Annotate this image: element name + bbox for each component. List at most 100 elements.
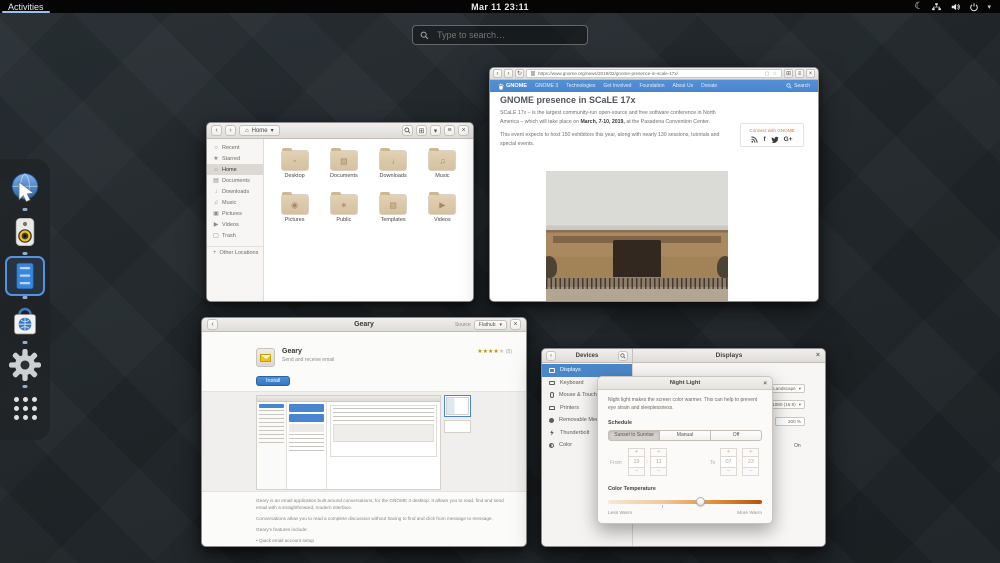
settings-window[interactable]: ‹ Devices Displays × Displays Keyboard M… [541,348,826,547]
nav-get-involved[interactable]: Get Involved [603,83,631,89]
sidebar-item-documents[interactable]: ▤Documents [207,175,263,186]
view-options-button[interactable]: ▾ [430,125,441,136]
back-button[interactable]: ‹ [493,69,502,78]
increment-button[interactable]: + [650,448,667,457]
folder-documents[interactable]: ▤Documents [319,147,368,191]
forward-button[interactable]: › [225,125,236,136]
sidebar-item-trash[interactable]: ▢Trash [207,230,263,241]
nav-gnome3[interactable]: GNOME 3 [535,83,558,89]
back-button[interactable]: ‹ [207,319,218,330]
folder-icon: ↓ [380,151,406,170]
decrement-button[interactable]: − [720,467,737,476]
install-button[interactable]: Install [256,376,290,386]
running-indicator [23,252,28,255]
menu-button[interactable]: ≡ [444,125,455,136]
source-dropdown[interactable]: Flathub ▾ [474,320,507,330]
running-indicator [23,385,28,388]
folder-videos[interactable]: ▶Videos [418,191,467,235]
folder-public[interactable]: ∗Public [319,191,368,235]
sidebar-item-music[interactable]: ♫Music [207,197,263,208]
dash-item-app-grid[interactable] [5,389,45,429]
screenshot-thumbnail-selected[interactable] [444,395,471,417]
increment-button[interactable]: + [628,448,645,457]
back-button[interactable]: ‹ [211,125,222,136]
reload-button[interactable]: ↻ [515,69,524,78]
option-off[interactable]: Off [710,430,762,441]
dash-item-rhythmbox[interactable] [5,212,45,252]
nav-donate[interactable]: Donate [701,83,717,89]
web-browser-window[interactable]: ‹ › ↻ https://www.gnome.org/news/2019/02… [489,67,819,302]
software-window[interactable]: ‹ Geary Source Flathub ▾ × Geary Send an… [201,317,527,547]
facebook-icon[interactable]: f [763,136,765,143]
slider-handle[interactable] [696,497,705,506]
gnome-logo[interactable]: GNOME [498,83,527,90]
sidebar-label: Color [559,442,572,448]
twitter-icon[interactable] [771,136,779,143]
sidebar-item-recent[interactable]: ○Recent [207,142,263,153]
dash-item-web[interactable] [5,168,45,208]
search-input[interactable] [435,29,580,41]
activities-button[interactable]: Activities [0,0,52,13]
view-toggle-button[interactable]: ⊞ [416,125,427,136]
folder-downloads[interactable]: ↓ Downloads [369,147,418,191]
sidebar-item-home[interactable]: ⌂Home [207,164,263,175]
screenshot-thumbnail[interactable] [444,420,471,433]
nav-foundation[interactable]: Foundation [639,83,664,89]
app-screenshot[interactable] [256,395,441,490]
sidebar-item-starred[interactable]: ★Starred [207,153,263,164]
scale-value-box[interactable]: 200 % [775,417,805,426]
rss-icon[interactable] [751,136,758,143]
sidebar-item-videos[interactable]: ▶Videos [207,219,263,230]
to-minutes-value: 23 [742,457,759,467]
sidebar-label: Keyboard [560,380,584,386]
sidebar-item-displays[interactable]: Displays [542,364,632,377]
nav-technologies[interactable]: Technologies [566,83,595,89]
sidebar-item-pictures[interactable]: ▣Pictures [207,208,263,219]
dash-item-software[interactable] [5,301,45,341]
dash-item-files[interactable] [5,256,45,296]
folder-pictures[interactable]: ◉Pictures [270,191,319,235]
back-button[interactable]: ‹ [546,351,556,361]
folder-desktop[interactable]: ▫Desktop [270,147,319,191]
folder-templates[interactable]: ▤Templates [369,191,418,235]
system-status-area[interactable]: ☾ ▾ [915,0,1000,13]
increment-button[interactable]: + [742,448,759,457]
path-bar[interactable]: ⌂ Home ▾ [239,125,280,136]
sidebar-item-downloads[interactable]: ↓Downloads [207,186,263,197]
search-button[interactable] [402,125,413,136]
option-sunset-to-sunrise[interactable]: Sunset to Sunrise [608,430,660,441]
close-button[interactable]: × [458,125,469,136]
reader-mode-icon[interactable]: ▢ [765,71,770,77]
folder-label: Public [319,217,368,223]
decrement-button[interactable]: − [650,467,667,476]
slider-track[interactable] [608,500,762,504]
close-button[interactable]: × [806,69,815,78]
home-icon: ⌂ [213,167,219,173]
decrement-button[interactable]: − [628,467,645,476]
folder-music[interactable]: ♫Music [418,147,467,191]
search-button[interactable] [618,351,628,361]
new-tab-button[interactable]: ⊞ [784,69,793,78]
sidebar-item-other-locations[interactable]: +Other Locations [207,246,263,257]
close-button[interactable]: × [816,352,820,359]
files-window[interactable]: ‹ › ⌂ Home ▾ ⊞ ▾ ≡ × ○Recent ★Starred ⌂H… [206,122,474,302]
bookmark-star-icon[interactable]: ☆ [773,71,777,77]
forward-button[interactable]: › [504,69,513,78]
overview-search[interactable] [412,25,588,45]
site-search[interactable]: Search [786,83,810,89]
url-bar[interactable]: https://www.gnome.org/news/2019/02/gnome… [526,69,782,78]
folder-label: Downloads [369,173,418,179]
menu-button[interactable]: ≡ [795,69,804,78]
increment-button[interactable]: + [720,448,737,457]
dash-item-settings[interactable] [5,345,45,385]
folder-label: Documents [319,173,368,179]
close-button[interactable]: × [763,380,767,387]
google-plus-icon[interactable]: G+ [784,136,793,143]
decrement-button[interactable]: − [742,467,759,476]
document-icon: ▤ [213,177,219,184]
nav-about-us[interactable]: About Us [673,83,694,89]
clock[interactable]: Mar 11 23:11 [471,2,529,12]
option-manual[interactable]: Manual [659,430,711,441]
folder-icon: ▫ [282,151,308,170]
close-button[interactable]: × [510,319,521,330]
